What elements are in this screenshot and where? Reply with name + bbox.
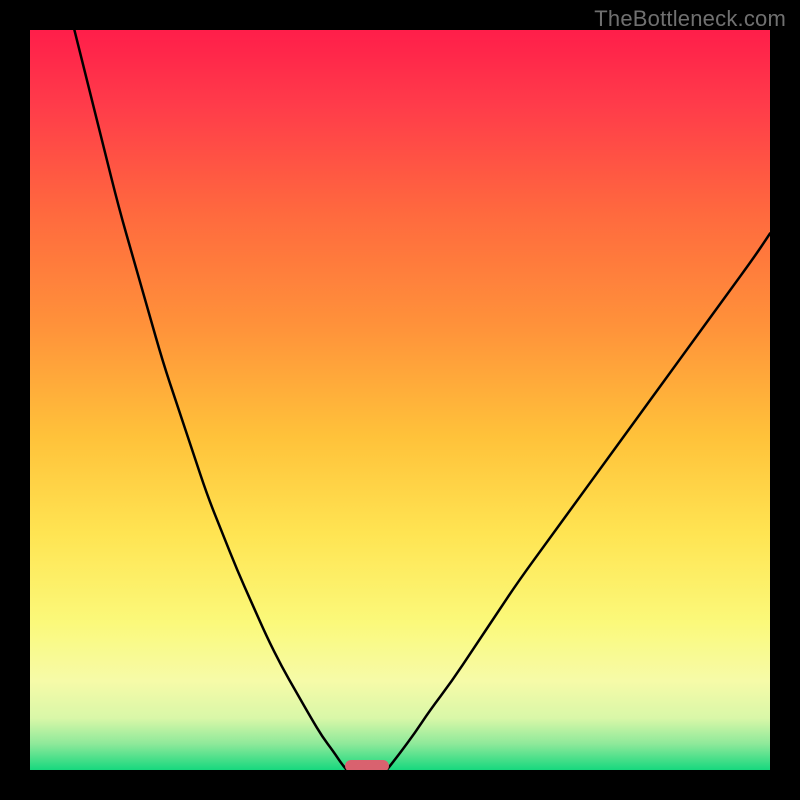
plot-area — [30, 30, 770, 770]
bottleneck-curve-left — [74, 30, 346, 770]
bottleneck-range-marker — [345, 760, 389, 770]
bottleneck-curve-right — [387, 234, 770, 771]
chart-frame: TheBottleneck.com — [0, 0, 800, 800]
watermark-text: TheBottleneck.com — [594, 6, 786, 32]
curve-layer — [30, 30, 770, 770]
